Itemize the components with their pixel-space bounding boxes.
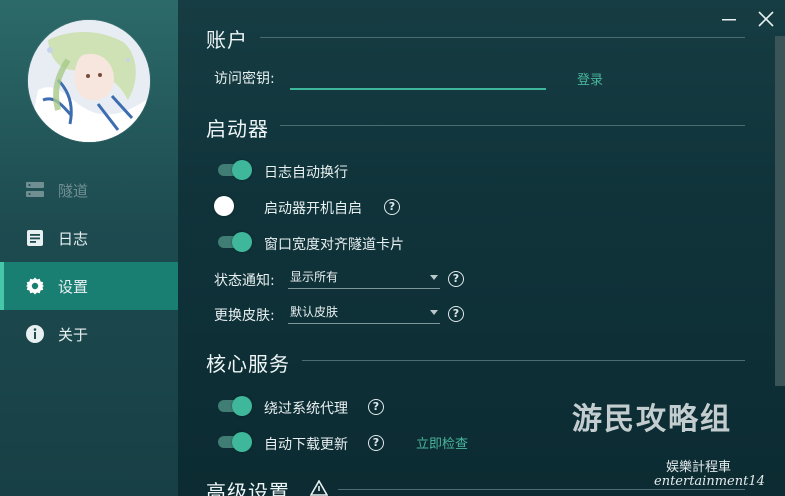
gear-icon: [24, 275, 46, 297]
chevron-down-icon: [430, 275, 438, 280]
minimize-icon: [722, 19, 736, 21]
help-icon[interactable]: ?: [384, 199, 400, 215]
access-key-label: 访问密钥:: [214, 71, 275, 87]
option-label: 自动下载更新: [264, 437, 348, 453]
access-key-input[interactable]: [290, 66, 546, 90]
sidebar-item-about[interactable]: 关于: [0, 310, 178, 358]
sidebar-item-logs[interactable]: 日志: [0, 214, 178, 262]
watermark-text-secondary: 娱樂計程車: [666, 460, 732, 475]
toggle-knob: [232, 160, 252, 180]
section-title-launcher: 启动器: [206, 117, 269, 141]
watermark-text-tertiary: entertainment14: [654, 474, 765, 489]
option-label: 窗口宽度对齐隧道卡片: [264, 237, 404, 253]
server-icon: [24, 179, 46, 201]
login-link[interactable]: 登录: [577, 69, 603, 88]
help-icon[interactable]: ?: [448, 271, 464, 287]
skin-select-value: 默认皮肤: [290, 305, 339, 319]
divider: [260, 37, 745, 38]
scrollbar[interactable]: [775, 36, 785, 386]
toggle-log-wrap[interactable]: [218, 160, 252, 180]
sidebar-item-label: 关于: [58, 325, 89, 344]
section-title-account: 账户: [206, 28, 248, 52]
log-icon: [24, 227, 46, 249]
notify-select-value: 显示所有: [290, 270, 339, 284]
divider: [280, 125, 745, 126]
sidebar-item-label: 日志: [58, 229, 89, 248]
section-title-advanced: 高级设置: [206, 480, 290, 496]
info-icon: [24, 323, 46, 345]
toggle-bypass-proxy[interactable]: [218, 396, 252, 416]
avatar-image: [28, 20, 150, 142]
toggle-knob: [214, 196, 234, 216]
skin-label: 更换皮肤:: [214, 308, 275, 324]
check-now-link[interactable]: 立即检查: [416, 433, 468, 452]
toggle-auto-update[interactable]: [218, 432, 252, 452]
sidebar-item-tunnels[interactable]: 隧道: [0, 166, 178, 214]
sidebar-item-settings[interactable]: 设置: [0, 262, 178, 310]
option-label: 日志自动换行: [264, 165, 348, 181]
sidebar-item-label: 设置: [58, 277, 89, 296]
toggle-knob: [232, 232, 252, 252]
toggle-knob: [232, 396, 252, 416]
notify-select[interactable]: 显示所有: [288, 267, 440, 289]
help-icon[interactable]: ?: [368, 399, 384, 415]
watermark-text: 游民攻略组: [572, 402, 732, 437]
notify-label: 状态通知:: [214, 273, 275, 289]
option-label: 绕过系统代理: [264, 401, 348, 417]
sidebar: 隧道 日志 设置 关于: [0, 0, 178, 496]
option-label: 启动器开机自启: [264, 201, 362, 217]
minimize-button[interactable]: [718, 8, 740, 30]
toggle-width-align[interactable]: [218, 232, 252, 252]
skin-select[interactable]: 默认皮肤: [288, 302, 440, 324]
avatar: [28, 20, 150, 142]
toggle-knob: [232, 432, 252, 452]
help-icon[interactable]: ?: [448, 306, 464, 322]
sidebar-item-label: 隧道: [58, 181, 89, 200]
sidebar-nav: 隧道 日志 设置 关于: [0, 166, 178, 358]
close-button[interactable]: [755, 8, 777, 30]
section-title-core: 核心服务: [206, 352, 290, 376]
divider: [302, 360, 745, 361]
warning-icon: [309, 479, 329, 496]
close-icon: [758, 11, 774, 27]
divider: [338, 489, 745, 490]
help-icon[interactable]: ?: [368, 435, 384, 451]
toggle-autostart[interactable]: [214, 196, 248, 216]
chevron-down-icon: [430, 310, 438, 315]
